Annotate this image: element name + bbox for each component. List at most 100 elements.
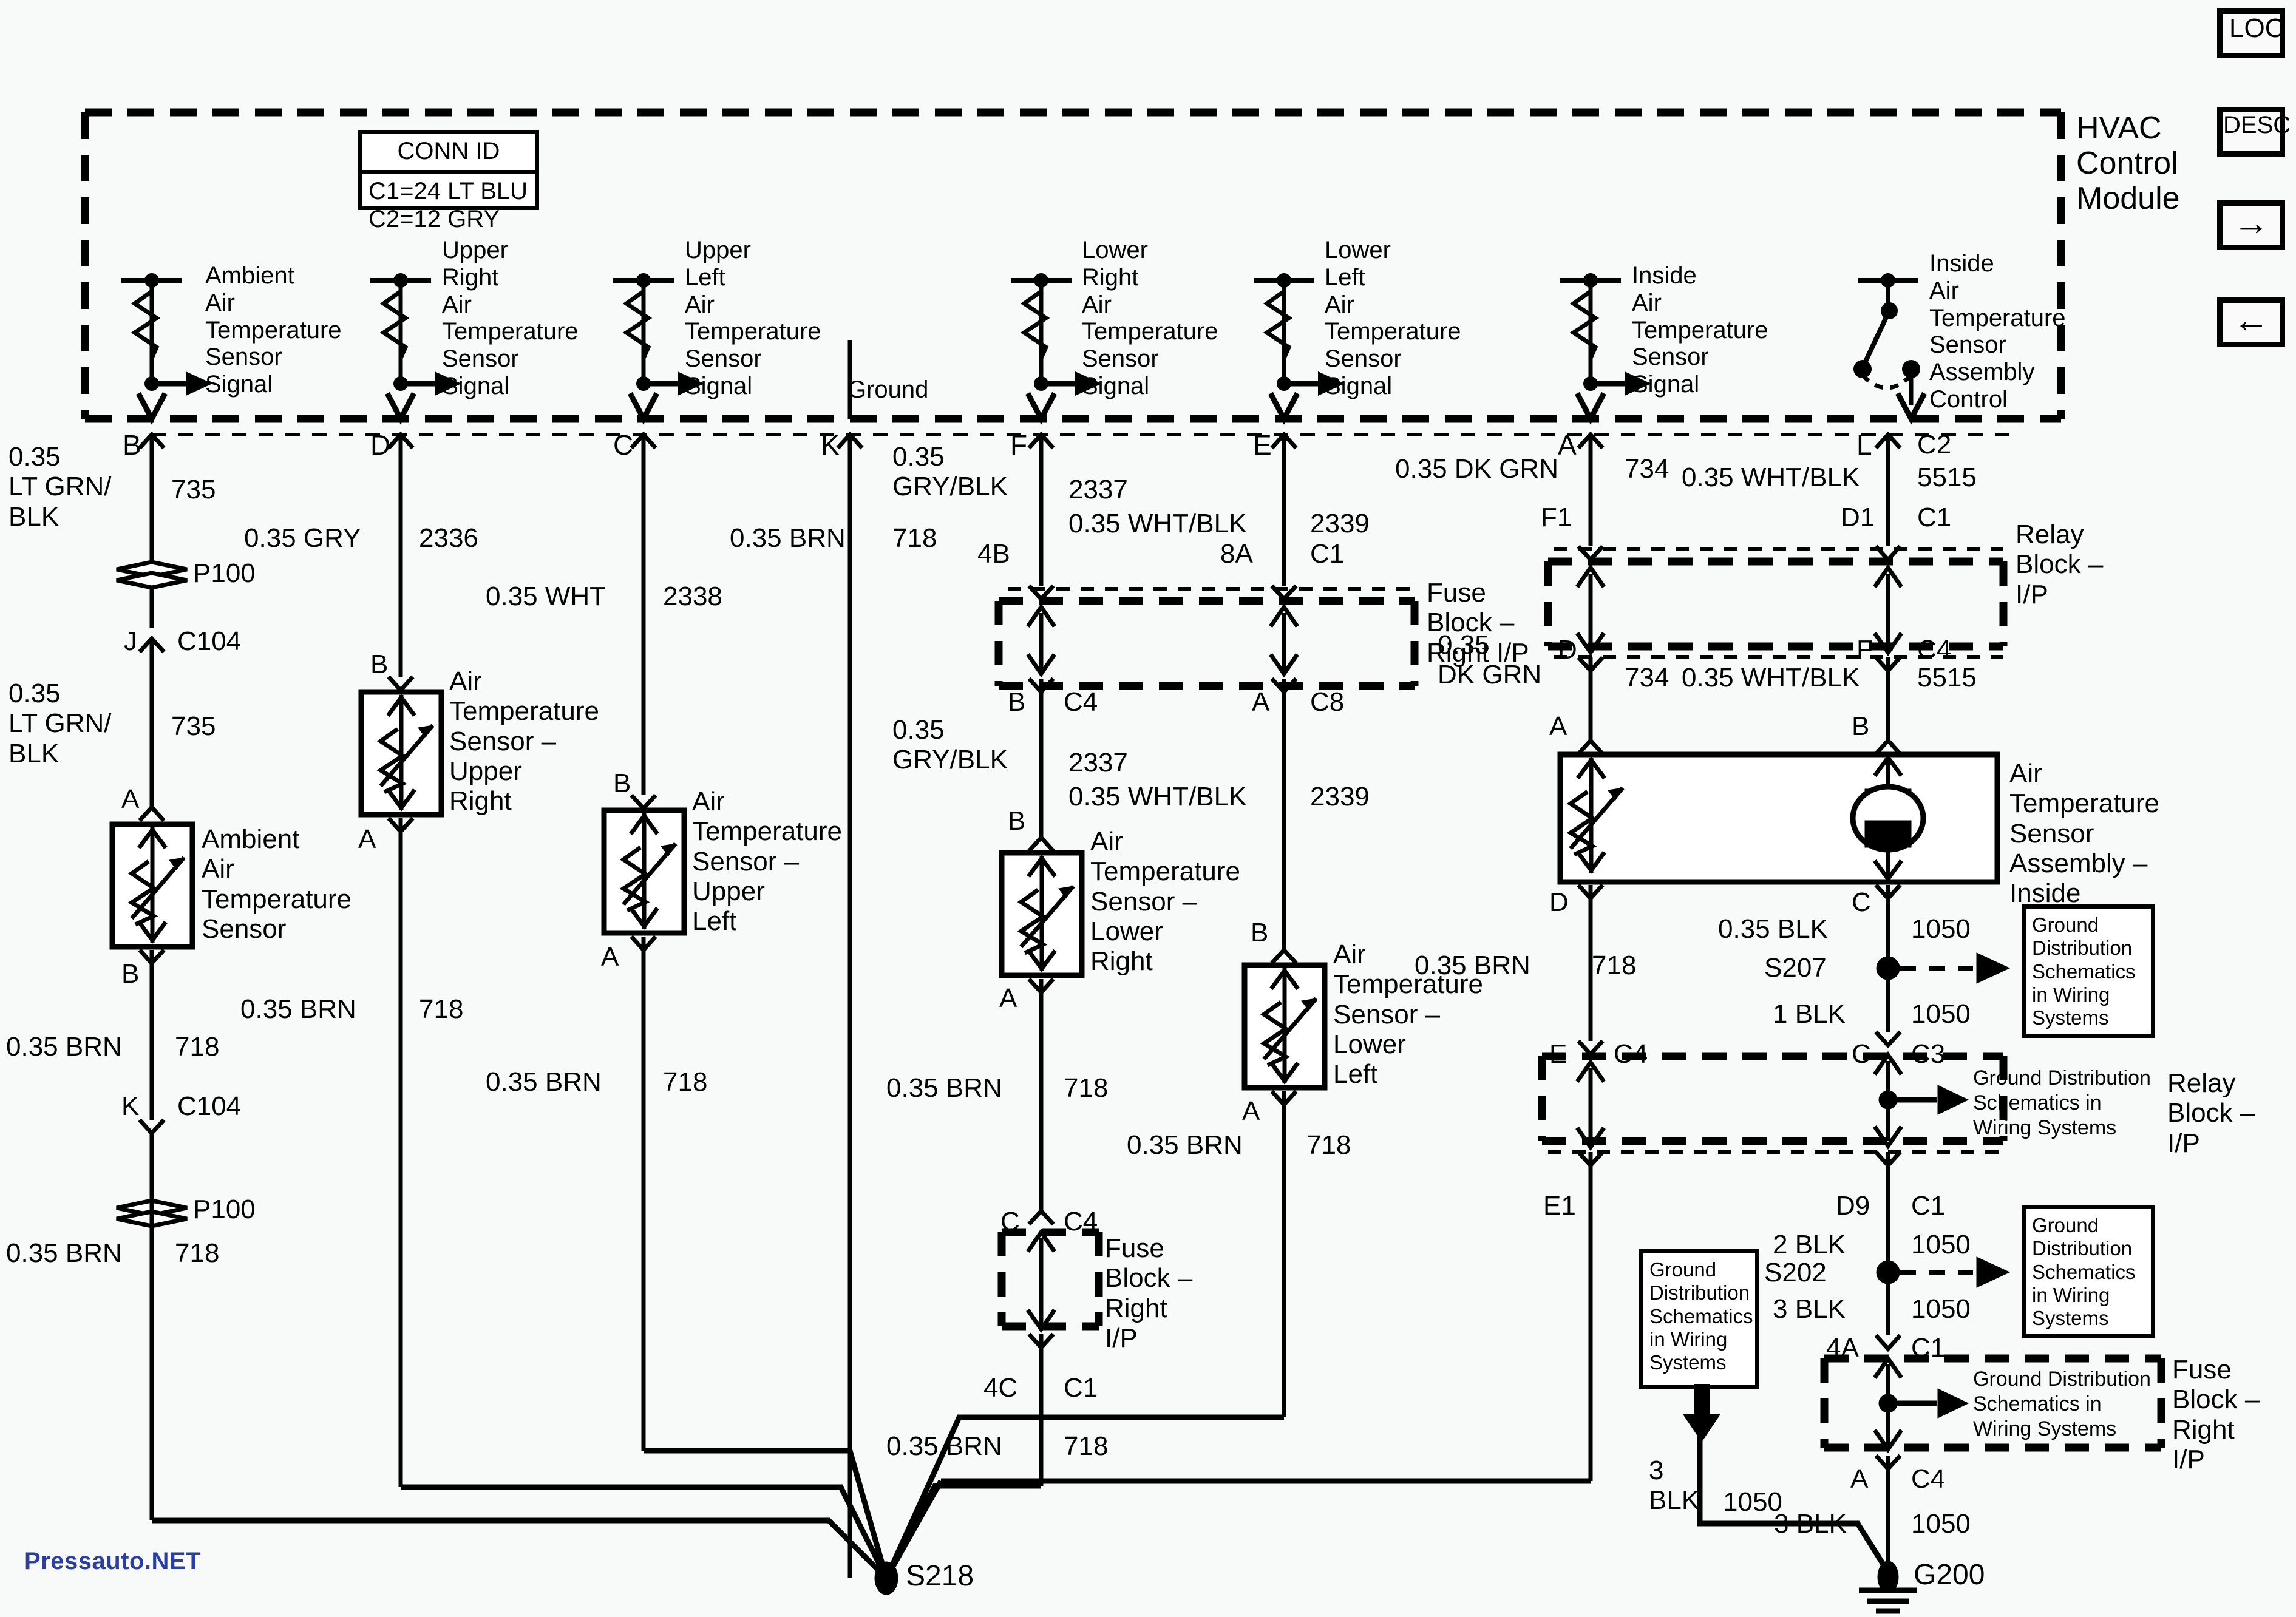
wire-number-718-ground: 718 (892, 523, 937, 553)
wire-number-3blk-1050: 1050 (1911, 1294, 1971, 1324)
connector-tag-f1: F1 (1541, 503, 1572, 532)
pin-letter-k-c104: K (121, 1091, 140, 1121)
connector-tag-8a: 8A (1220, 539, 1253, 569)
splice-s218-label: S218 (906, 1560, 974, 1592)
module-pin-label-lower-right: Lower Right Air Temperature Sensor Signa… (1082, 237, 1218, 399)
wire-number-718-lower-left: 718 (1306, 1130, 1351, 1160)
pin-letter-e-c4-relay: E (1549, 1039, 1567, 1069)
wire-label-3blk-1050: 3 BLK (1773, 1294, 1846, 1324)
block-label-fuse-block-right-ip-mid: Fuse Block – Right I/P (1105, 1233, 1193, 1353)
wire-label-718-upper-right: 0.35 BRN (240, 994, 356, 1024)
wire-number-735-bottom: 735 (171, 711, 216, 741)
device-label-ambient-air-temperature-sensor: Ambient Air Temperature Sensor (202, 824, 352, 944)
module-input-symbol-ambient (121, 273, 212, 425)
wire-label-718-upper-left: 0.35 BRN (486, 1067, 602, 1097)
relay-block-ip-mid-outline (1538, 1052, 2008, 1154)
wire-label-2337-bottom: 0.35 GRY/BLK (892, 715, 1008, 775)
loc-button-label: LOC (2229, 13, 2284, 43)
wire-number-718-inside: 718 (1592, 951, 1637, 980)
connector-tag-c2: C2 (1917, 430, 1952, 459)
wire-number-2336: 2336 (419, 523, 478, 553)
wire-number-1050-blk: 1050 (1911, 914, 1971, 944)
ground-dist-ref-relay-label: Ground Distribution Schematics in Wiring… (1973, 1066, 2151, 1139)
wire-label-734-top: 0.35 DK GRN (1395, 454, 1558, 484)
wire-label-718-c1: 0.35 BRN (886, 1431, 1002, 1461)
wire-number-1blk-1050: 1050 (1911, 999, 1971, 1029)
ground-g200-label: G200 (1914, 1559, 1985, 1591)
pin-letter-c-upper-left: C (613, 429, 634, 461)
wire-label-3blk-g200: 3 BLK (1774, 1509, 1847, 1539)
next-arrow-icon: → (2233, 202, 2269, 243)
block-label-relay-block-ip-top: Relay Block – I/P (2016, 520, 2104, 609)
connector-tag-d1: D1 (1841, 503, 1875, 532)
pin-letter-a-inside: A (1558, 429, 1577, 461)
splice-s202-label: S202 (1764, 1258, 1827, 1287)
pin-letter-c-assembly-motor: C (1852, 887, 1871, 917)
connector-tag-c8: C8 (1310, 687, 1345, 717)
connector-c104-label-j: C104 (177, 626, 242, 656)
module-switch-symbol-inside-assembly (1853, 273, 1927, 425)
connector-tag-c4-fuse-bottom: C4 (1064, 1207, 1098, 1236)
pin-letter-l-inside-assembly: L (1856, 429, 1872, 461)
wire-label-718-lower-right: 0.35 BRN (886, 1073, 1002, 1103)
pin-letter-b-upper-right-sensor: B (370, 649, 389, 679)
wire-number-2339-bottom: 2339 (1310, 782, 1370, 812)
wire-number-718-p100: 718 (175, 1238, 220, 1268)
device-label-air-temperature-sensor-upper-left: Air Temperature Sensor – Upper Left (692, 787, 843, 937)
pin-letter-k-ground: K (821, 429, 840, 461)
device-label-air-temperature-sensor-upper-right: Air Temperature Sensor – Upper Right (449, 666, 600, 816)
connector-tag-d9: D9 (1836, 1191, 1870, 1221)
wire-label-718-ground: 0.35 BRN (730, 523, 846, 553)
module-pin-label-ambient: Ambient Air Temperature Sensor Signal (205, 262, 342, 398)
pin-letter-a-c4-ground: A (1850, 1464, 1869, 1494)
connector-tag-c1-fuse-bottom: C1 (1911, 1333, 1946, 1363)
module-pin-label-inside: Inside Air Temperature Sensor Signal (1632, 262, 1768, 398)
connector-tag-c1-relay-mid: C1 (1911, 1191, 1946, 1221)
wire-label-5515-top: 0.35 WHT/BLK (1682, 463, 1860, 492)
connector-tag-c4-relay-bottom: C4 (1917, 635, 1952, 665)
fuse-block-right-ip-top-outline (994, 587, 1419, 690)
ground-dist-ref-fuse-label: Ground Distribution Schematics in Wiring… (1973, 1368, 2151, 1440)
connector-tag-c1-fuse-top: C1 (1310, 539, 1345, 569)
wire-number-2337-top: 2337 (1068, 475, 1128, 504)
wire-number-735-top: 735 (171, 475, 216, 504)
connector-tag-e1: E1 (1543, 1191, 1576, 1221)
pin-letter-c-c4-fuse: C (1000, 1207, 1020, 1236)
connector-tag-c4-relay: C4 (1614, 1039, 1648, 1069)
connector-tag-4c: 4C (983, 1373, 1018, 1403)
wire-number-3blk-g200: 1050 (1911, 1509, 1971, 1539)
wire-number-718-upper-left: 718 (663, 1067, 708, 1097)
pin-letter-a-c8-fuse: A (1252, 687, 1270, 717)
pin-letter-d-upper-right: D (370, 429, 391, 461)
connector-tag-4b: 4B (977, 539, 1010, 569)
wire-number-2338: 2338 (663, 581, 722, 611)
wire-number-2339-top: 2339 (1310, 509, 1370, 538)
connector-c104-label-k: C104 (177, 1091, 242, 1121)
inline-connector-p100-top-label: P100 (193, 558, 256, 588)
pin-letter-a-ambient-sensor: A (121, 784, 140, 814)
module-pin-label-ground: Ground (847, 376, 929, 403)
pin-letter-a-assembly: A (1549, 711, 1567, 741)
pin-letter-f-lower-right: F (1010, 429, 1028, 461)
wire-label-718-lower-left: 0.35 BRN (1127, 1130, 1243, 1160)
block-label-fuse-block-right-ip-bottom: Fuse Block – Right I/P (2172, 1355, 2260, 1474)
connector-tag-c1-relay-top: C1 (1917, 503, 1952, 532)
ground-dist-ref-s202-box: Ground Distribution Schematics in Wiring… (2022, 1205, 2155, 1338)
desc-button-label: DESC (2223, 112, 2291, 138)
wire-label-1blk-1050: 1 BLK (1773, 999, 1846, 1029)
inline-connector-p100-top-symbol (116, 560, 188, 590)
wire-number-2blk-1050: 1050 (1911, 1230, 1971, 1259)
connector-tag-c4-fuse: C4 (1064, 687, 1098, 717)
wire-number-2337-bottom: 2337 (1068, 748, 1128, 778)
block-label-relay-block-ip-mid: Relay Block – I/P (2167, 1068, 2255, 1158)
wire-number-718-c1: 718 (1064, 1431, 1109, 1461)
module-pin-label-inside-assembly: Inside Air Temperature Sensor Assembly C… (1929, 250, 2066, 413)
wire-label-2337-top: 0.35 GRY/BLK (892, 442, 1008, 502)
wire-number-718-upper-right: 718 (419, 994, 464, 1024)
prev-arrow-icon: ← (2233, 299, 2269, 340)
wire-label-2339-bottom: 0.35 WHT/BLK (1068, 782, 1247, 812)
pin-letter-b-lower-left-sensor: B (1251, 918, 1269, 947)
wire-label-2blk-1050: 2 BLK (1773, 1230, 1846, 1259)
pin-letter-a-lower-left-sensor: A (1242, 1096, 1260, 1126)
block-label-fuse-block-right-ip-top: Fuse Block – Right I/P (1427, 578, 1529, 668)
